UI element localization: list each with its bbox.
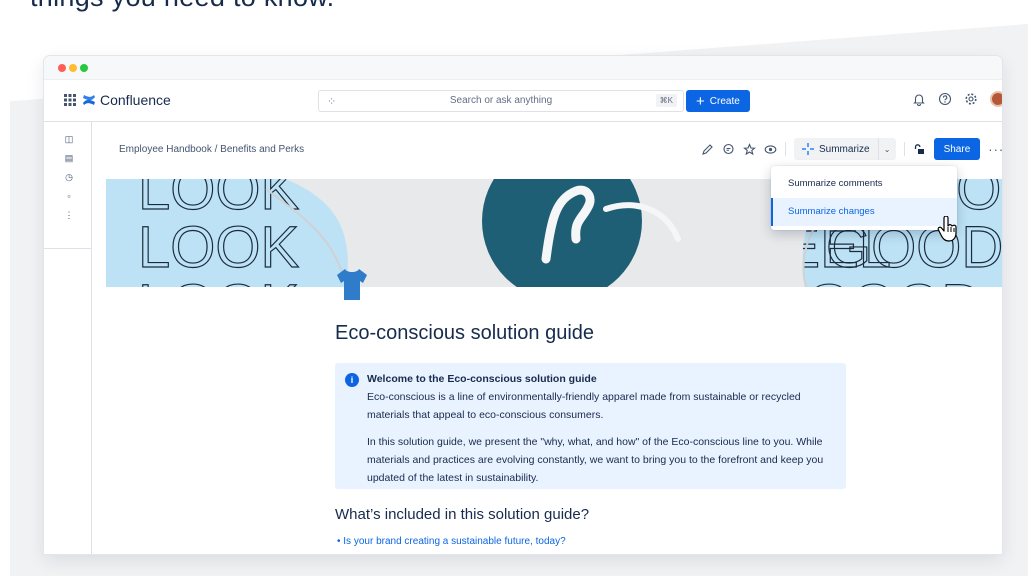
marketing-headline: things you need to know.: [30, 0, 334, 13]
search-input[interactable]: ⁘ Search or ask anything ⌘K: [318, 90, 684, 112]
plus-icon: +: [696, 92, 705, 110]
create-button[interactable]: + Create: [686, 90, 750, 112]
page-toolbar: Summarize ⌄ Share ···: [701, 138, 1002, 160]
panel-title: Welcome to the Eco-conscious solution gu…: [367, 373, 597, 385]
summarize-dropdown-menu: Summarize comments Summarize changes: [771, 166, 957, 230]
banner-word: GOOD: [806, 273, 983, 287]
hand-pointer-cursor-icon: [937, 216, 957, 242]
close-window-button[interactable]: [58, 64, 66, 72]
top-navigation: Confluence ⁘ Search or ask anything ⌘K +…: [44, 80, 1002, 122]
search-shortcut: ⌘K: [655, 94, 677, 107]
panel-paragraph: Eco-conscious is a line of environmental…: [367, 391, 801, 421]
logo-text: Confluence: [100, 92, 171, 108]
notifications-bell-icon[interactable]: [912, 92, 926, 106]
toolbar-divider: [785, 142, 786, 156]
summarize-changes-item[interactable]: Summarize changes: [771, 198, 957, 226]
apps-grid-icon[interactable]: ▫: [64, 191, 74, 201]
toolbar-divider: [903, 142, 905, 156]
left-sidebar: ◫ ▤ ◷ ▫ ⋮: [44, 122, 92, 554]
summarize-button[interactable]: Summarize: [794, 138, 878, 160]
restrictions-lock-icon[interactable]: [913, 143, 926, 156]
panel-paragraph: In this solution guide, we present the "…: [367, 436, 824, 484]
summarize-dropdown-toggle[interactable]: ⌄: [877, 138, 896, 160]
watch-eye-icon[interactable]: [764, 143, 777, 156]
list-item[interactable]: • Is your brand creating a sustainable f…: [337, 536, 566, 547]
more-actions-button[interactable]: ···: [988, 142, 1002, 157]
ai-sparkle-icon: [802, 143, 814, 155]
nav-actions: [912, 91, 1002, 107]
create-label: Create: [709, 95, 740, 107]
page-title: Eco-conscious solution guide: [335, 322, 595, 344]
banner-word: LOOK: [138, 273, 299, 287]
share-button[interactable]: Share: [933, 138, 981, 160]
info-panel: i Welcome to the Eco-conscious solution …: [335, 363, 846, 489]
minimize-window-button[interactable]: [69, 64, 77, 72]
sidebar-toggle-icon[interactable]: ◫: [64, 134, 74, 144]
settings-gear-icon[interactable]: [964, 92, 978, 106]
banner-word: LOOK: [138, 215, 299, 280]
browser-window: Confluence ⁘ Search or ask anything ⌘K +…: [44, 56, 1002, 554]
comment-icon[interactable]: [722, 143, 735, 156]
user-avatar[interactable]: [990, 91, 1002, 107]
maximize-window-button[interactable]: [80, 64, 88, 72]
section-heading: What’s included in this solution guide?: [335, 506, 590, 523]
window-titlebar: [44, 56, 1002, 80]
star-icon[interactable]: [743, 142, 756, 156]
page-emoji-tshirt-icon[interactable]: [334, 266, 370, 302]
app-switcher-icon[interactable]: [64, 94, 76, 106]
recent-pages-icon[interactable]: ▤: [64, 153, 74, 163]
more-options-icon[interactable]: ⋮: [64, 210, 74, 220]
sidebar-divider: [44, 248, 92, 249]
search-placeholder: Search or ask anything: [449, 95, 553, 106]
confluence-logo-icon: [83, 95, 95, 105]
info-icon: i: [345, 373, 359, 387]
list-item-link[interactable]: Is your brand creating a sustainable fut…: [343, 536, 565, 547]
confluence-logo[interactable]: Confluence: [82, 92, 171, 108]
edit-pencil-icon[interactable]: [701, 143, 714, 156]
help-icon[interactable]: [938, 92, 952, 106]
clock-icon[interactable]: ◷: [64, 172, 74, 182]
chevron-down-icon: ⌄: [883, 144, 891, 154]
summarize-button-group: Summarize ⌄: [794, 138, 896, 160]
summarize-label: Summarize: [819, 143, 870, 155]
breadcrumb[interactable]: Employee Handbook / Benefits and Perks: [119, 144, 304, 155]
summarize-comments-item[interactable]: Summarize comments: [771, 170, 957, 198]
